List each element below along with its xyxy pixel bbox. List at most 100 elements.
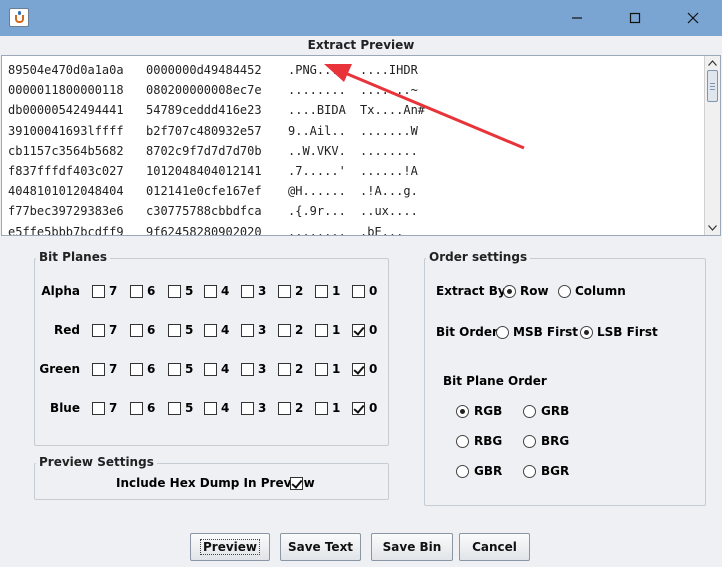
extract-by-column-radio[interactable] <box>558 285 571 298</box>
bit-checkbox-green-1[interactable] <box>315 363 328 376</box>
hex-dump-checkbox[interactable] <box>290 477 303 490</box>
bit-number-label: 6 <box>147 323 156 337</box>
hex-dump-cell: 9f62458280902020 <box>146 224 262 236</box>
bit-checkbox-red-2[interactable] <box>278 324 291 337</box>
hex-dump-cell: .bE... <box>360 224 404 236</box>
scroll-down-button[interactable] <box>705 222 720 234</box>
preview-button[interactable]: Preview <box>190 533 270 561</box>
hex-dump-cell: .{.9r... <box>288 204 346 219</box>
bit-checkbox-blue-3[interactable] <box>241 402 254 415</box>
hex-dump-cell: e5ffe5bbb7bcdff9 <box>8 224 124 236</box>
extract-by-row-radio[interactable] <box>503 285 516 298</box>
bit-number-label: 4 <box>221 362 230 376</box>
bit-checkbox-blue-1[interactable] <box>315 402 328 415</box>
order-rgb-radio[interactable] <box>456 405 469 418</box>
bit-checkbox-red-4[interactable] <box>204 324 217 337</box>
bit-number-label: 2 <box>295 323 304 337</box>
order-gbr-label: GBR <box>474 464 503 478</box>
bit-checkbox-alpha-5[interactable] <box>168 285 181 298</box>
bit-number-label: 6 <box>147 362 156 376</box>
preview-text-area[interactable]: 89504e470d0a1a0a 0000000d49484452 .PNG....… <box>1 55 721 236</box>
bit-number-label: 5 <box>185 362 194 376</box>
order-gbr-radio[interactable] <box>456 465 469 478</box>
bit-checkbox-green-0[interactable] <box>352 363 365 376</box>
bit-checkbox-alpha-2[interactable] <box>278 285 291 298</box>
bit-number-label: 1 <box>332 401 341 415</box>
arrow-up-icon <box>708 60 717 66</box>
close-button[interactable] <box>670 0 716 36</box>
bit-checkbox-blue-4[interactable] <box>204 402 217 415</box>
bit-checkbox-alpha-0[interactable] <box>352 285 365 298</box>
hex-dump-line: e5ffe5bbb7bcdff9 9f62458280902020........… <box>8 222 698 236</box>
hex-dump-cell: .......W <box>360 123 418 138</box>
bit-checkbox-red-6[interactable] <box>130 324 143 337</box>
minimize-icon <box>572 17 582 19</box>
arrow-down-icon <box>708 225 717 231</box>
hex-dump-cell: .......~ <box>360 83 418 98</box>
hex-dump-line: 4048101012048404 012141e0cfe167ef @H......… <box>8 181 698 201</box>
hex-dump-cell: f77bec39729383e6 <box>8 204 124 219</box>
bit-number-label: 0 <box>369 362 378 376</box>
lsb-first-radio[interactable] <box>580 326 593 339</box>
minimize-button[interactable] <box>554 0 600 36</box>
preview-title: Extract Preview <box>307 38 415 52</box>
bit-checkbox-blue-0[interactable] <box>352 402 365 415</box>
scroll-up-button[interactable] <box>705 57 720 69</box>
save-bin-button[interactable]: Save Bin <box>371 533 453 561</box>
bit-number-label: 5 <box>185 401 194 415</box>
hex-dump-line: f837fffdf403c027 1012048404012141 .7.....'… <box>8 161 698 181</box>
hex-dump-cell: 54789ceddd416e23 <box>146 103 262 118</box>
bit-checkbox-blue-2[interactable] <box>278 402 291 415</box>
bit-number-label: 7 <box>109 323 118 337</box>
bit-checkbox-blue-5[interactable] <box>168 402 181 415</box>
bit-checkbox-red-0[interactable] <box>352 324 365 337</box>
maximize-button[interactable] <box>612 0 658 36</box>
bit-checkbox-green-5[interactable] <box>168 363 181 376</box>
bit-checkbox-green-2[interactable] <box>278 363 291 376</box>
bit-checkbox-blue-6[interactable] <box>130 402 143 415</box>
order-grb-radio[interactable] <box>523 405 536 418</box>
bit-checkbox-alpha-4[interactable] <box>204 285 217 298</box>
hex-dump-cell: ......!A <box>360 163 418 178</box>
hex-dump-line: 0000011800000118 080200000008ec7e........… <box>8 80 698 100</box>
cancel-button[interactable]: Cancel <box>459 533 530 561</box>
save-text-label: Save Text <box>287 540 354 554</box>
order-rbg-radio[interactable] <box>456 435 469 448</box>
bit-checkbox-red-7[interactable] <box>92 324 105 337</box>
hex-dump-cell: 0000011800000118 <box>8 83 124 98</box>
bit-row-label-red: Red <box>54 323 80 337</box>
bit-number-label: 2 <box>295 284 304 298</box>
bit-checkbox-green-3[interactable] <box>241 363 254 376</box>
bit-checkbox-green-7[interactable] <box>92 363 105 376</box>
bit-number-label: 0 <box>369 284 378 298</box>
lsb-first-label: LSB First <box>597 325 658 339</box>
hex-dump-cell: 1012048404012141 <box>146 163 262 178</box>
bit-checkbox-alpha-6[interactable] <box>130 285 143 298</box>
bit-number-label: 3 <box>258 362 267 376</box>
bit-checkbox-green-6[interactable] <box>130 363 143 376</box>
bit-checkbox-alpha-7[interactable] <box>92 285 105 298</box>
hex-dump-cell: ..W.VKV. <box>288 143 346 158</box>
scroll-thumb[interactable] <box>707 70 718 102</box>
bit-checkbox-alpha-3[interactable] <box>241 285 254 298</box>
bit-number-label: 6 <box>147 284 156 298</box>
hex-dump-text: 89504e470d0a1a0a 0000000d49484452 .PNG....… <box>8 60 698 236</box>
bit-checkbox-red-3[interactable] <box>241 324 254 337</box>
vertical-scrollbar[interactable] <box>704 56 720 235</box>
bit-checkbox-alpha-1[interactable] <box>315 285 328 298</box>
hex-dump-cell: cb1157c3564b5682 <box>8 143 124 158</box>
bit-checkbox-red-5[interactable] <box>168 324 181 337</box>
bit-number-label: 5 <box>185 284 194 298</box>
msb-first-radio[interactable] <box>496 326 509 339</box>
bit-checkbox-green-4[interactable] <box>204 363 217 376</box>
bit-order-label: Bit Order <box>436 325 498 339</box>
cancel-label: Cancel <box>472 540 517 554</box>
bit-row-label-blue: Blue <box>50 401 80 415</box>
bit-checkbox-red-1[interactable] <box>315 324 328 337</box>
order-bgr-radio[interactable] <box>523 465 536 478</box>
bit-number-label: 0 <box>369 401 378 415</box>
order-brg-radio[interactable] <box>523 435 536 448</box>
bit-checkbox-blue-7[interactable] <box>92 402 105 415</box>
save-text-button[interactable]: Save Text <box>280 533 361 561</box>
extract-by-row-label: Row <box>520 284 549 298</box>
